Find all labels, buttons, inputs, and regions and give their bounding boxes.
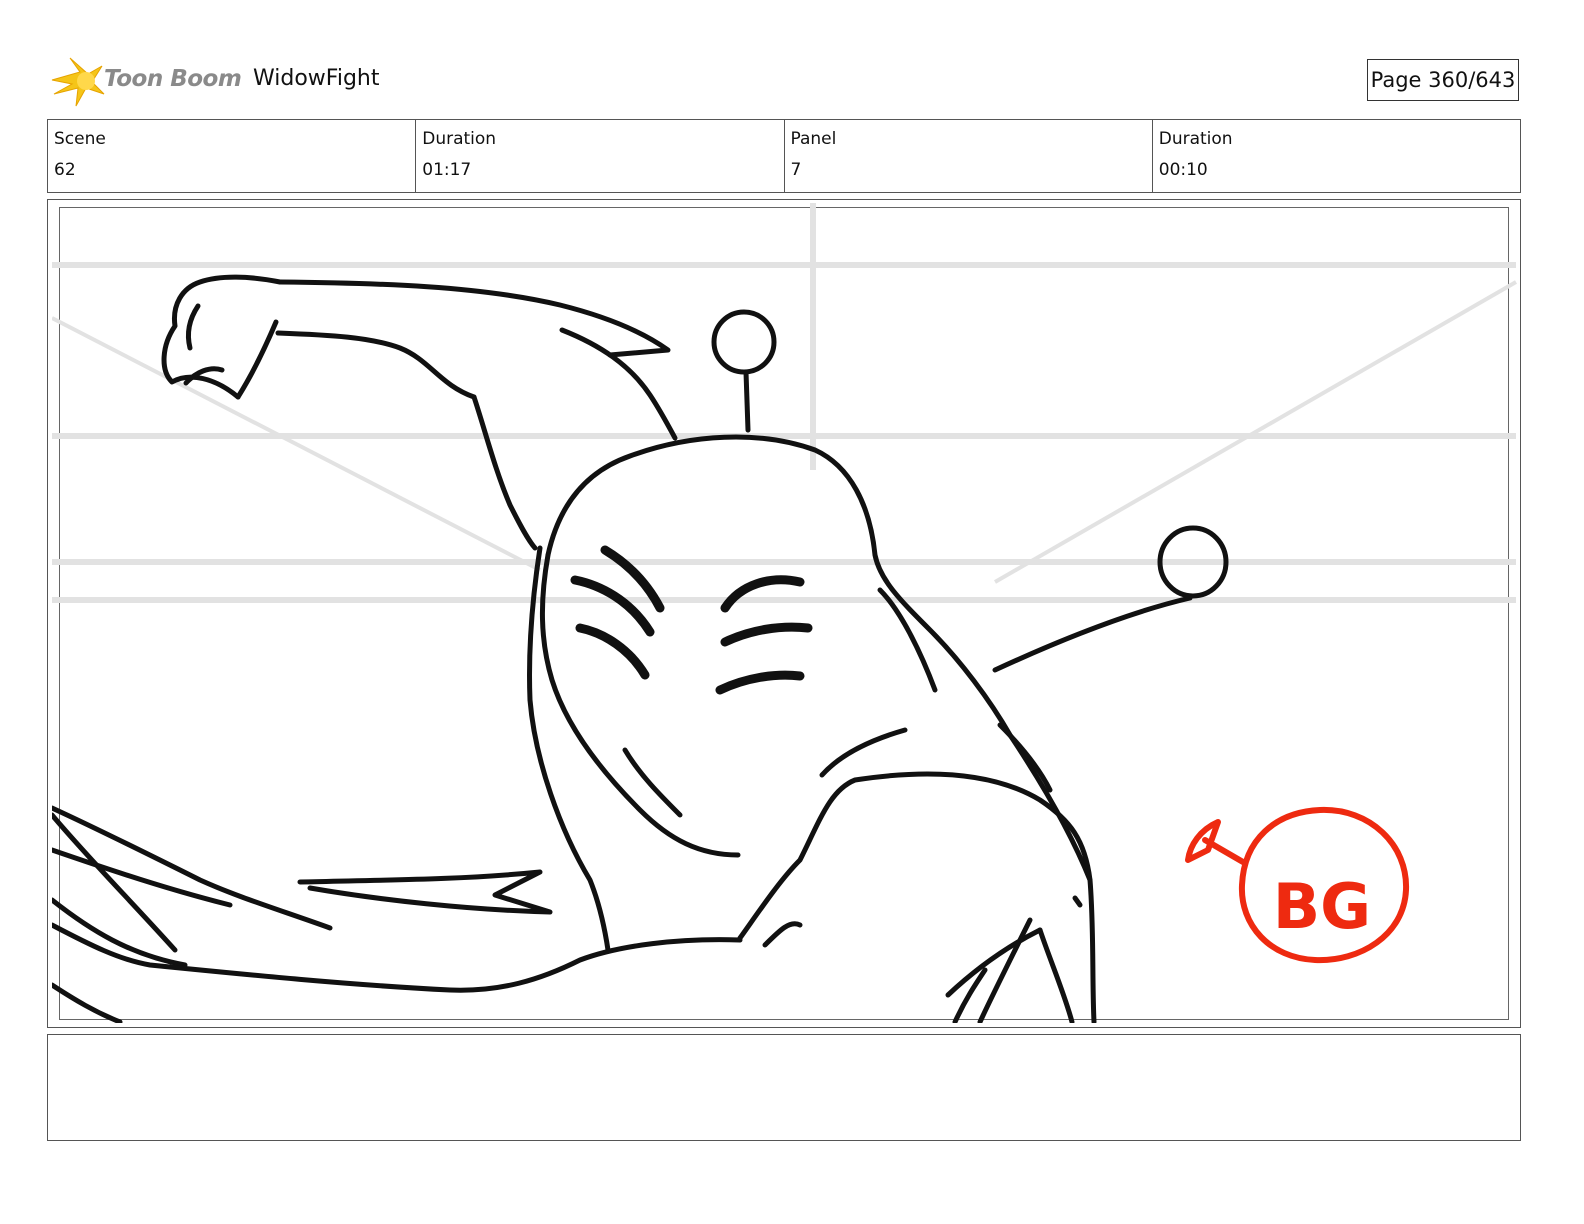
bg-annotation-text: BG: [1273, 870, 1371, 943]
panel-notes-box: [47, 1034, 1521, 1141]
character-lines: [52, 274, 1229, 1023]
perspective-guides: [52, 203, 1517, 603]
